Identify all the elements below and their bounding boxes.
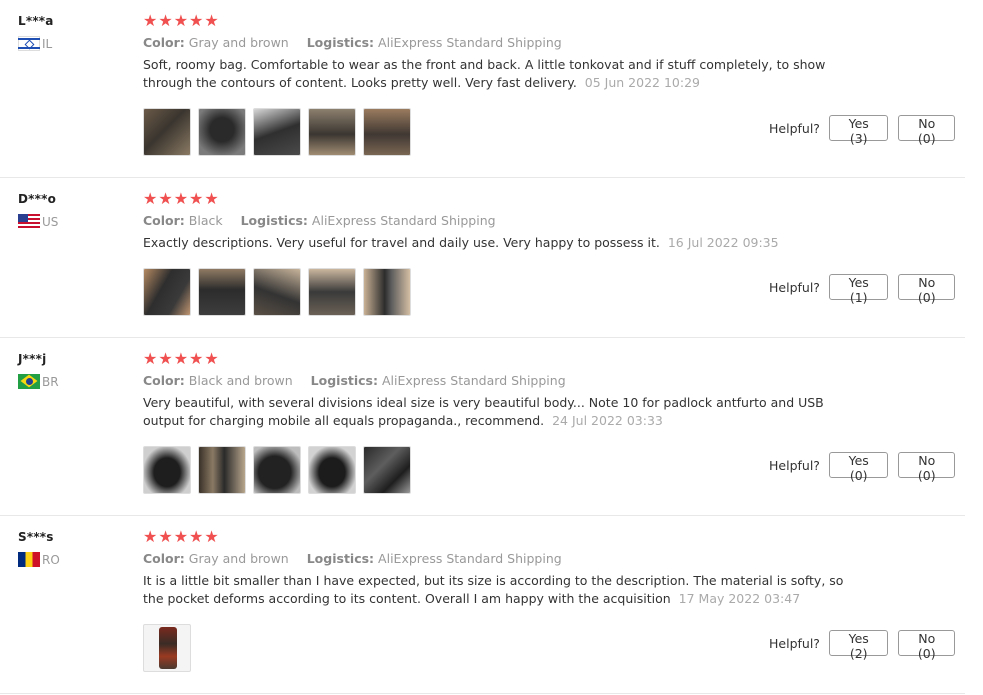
logistics-label: Logistics: — [240, 213, 308, 228]
helpful-label: Helpful? — [769, 635, 820, 651]
review-photo[interactable] — [363, 446, 411, 494]
us-flag-icon — [18, 214, 40, 229]
logistics-value: AliExpress Standard Shipping — [378, 35, 562, 50]
helpful-yes-button[interactable]: Yes (1) — [828, 274, 889, 305]
review-photo[interactable] — [198, 268, 246, 316]
brazil-flag-icon — [18, 374, 40, 389]
reviewer-name: J***j — [18, 352, 47, 366]
helpful-label: Helpful? — [769, 279, 820, 295]
romania-flag-icon — [18, 552, 40, 567]
photo-gallery — [143, 624, 198, 672]
review-photo[interactable] — [143, 108, 191, 156]
logistics-value: AliExpress Standard Shipping — [311, 213, 496, 228]
review-item: D***o US ★★★★★ Color: Black Logistics: A… — [0, 178, 965, 338]
review-text-block: Very beautiful, with several divisions i… — [143, 394, 863, 430]
review-photo[interactable] — [308, 268, 356, 316]
review-date: 24 Jul 2022 03:33 — [552, 413, 663, 428]
helpful-label: Helpful? — [769, 457, 820, 473]
country-code: US — [42, 214, 59, 229]
review-meta: Color: Black Logistics: AliExpress Stand… — [143, 213, 863, 228]
helpful-label: Helpful? — [769, 120, 820, 136]
country-code: IL — [42, 36, 53, 51]
photo-gallery — [143, 268, 418, 316]
rating-stars: ★★★★★ — [143, 11, 220, 30]
helpful-no-button[interactable]: No (0) — [898, 630, 955, 661]
color-label: Color: — [143, 373, 185, 388]
color-value: Gray and brown — [188, 35, 289, 50]
helpful-yes-button[interactable]: Yes (3) — [828, 115, 889, 146]
reviewer-name: S***s — [18, 530, 54, 544]
color-value: Black — [188, 213, 223, 228]
review-text-block: Exactly descriptions. Very useful for tr… — [143, 234, 863, 252]
review-text: Very beautiful, with several divisions i… — [143, 395, 824, 428]
helpful-yes-button[interactable]: Yes (2) — [828, 630, 889, 661]
color-value: Black and brown — [188, 373, 293, 388]
review-photo[interactable] — [363, 108, 411, 156]
review-photo[interactable] — [198, 446, 246, 494]
logistics-label: Logistics: — [306, 35, 375, 50]
review-photo[interactable] — [308, 108, 356, 156]
reviewer-name: D***o — [18, 192, 57, 206]
review-item: J***j BR ★★★★★ Color: Black and brown Lo… — [0, 338, 965, 516]
logistics-label: Logistics: — [310, 373, 378, 388]
rating-stars: ★★★★★ — [143, 527, 220, 546]
review-text-block: It is a little bit smaller than I have e… — [143, 572, 863, 608]
review-text: Soft, roomy bag. Comfortable to wear as … — [143, 57, 826, 90]
logistics-value: AliExpress Standard Shipping — [378, 551, 562, 566]
color-value: Gray and brown — [188, 551, 289, 566]
helpful-vote: Helpful? Yes (0) No (0) — [769, 452, 965, 483]
helpful-no-button[interactable]: No (0) — [898, 274, 955, 305]
review-date: 05 Jun 2022 10:29 — [584, 75, 700, 90]
review-photo[interactable] — [253, 268, 301, 316]
color-label: Color: — [143, 551, 185, 566]
review-meta: Color: Black and brown Logistics: AliExp… — [143, 373, 863, 388]
reviewer-name: L***a — [18, 14, 54, 28]
helpful-vote: Helpful? Yes (2) No (0) — [769, 630, 965, 661]
country-code: BR — [42, 374, 59, 389]
rating-stars: ★★★★★ — [143, 349, 220, 368]
reviewer-country: IL — [18, 36, 54, 51]
review-photo[interactable] — [143, 624, 191, 672]
review-text: Exactly descriptions. Very useful for tr… — [143, 235, 660, 250]
review-photo[interactable] — [143, 446, 191, 494]
review-meta: Color: Gray and brown Logistics: AliExpr… — [143, 551, 863, 566]
review-item: L***a IL ★★★★★ Color: Gray and brown Log… — [0, 0, 965, 178]
review-photo[interactable] — [363, 268, 411, 316]
review-photo[interactable] — [253, 446, 301, 494]
helpful-vote: Helpful? Yes (1) No (0) — [769, 274, 965, 305]
country-code: RO — [42, 552, 60, 567]
review-photo[interactable] — [143, 268, 191, 316]
logistics-value: AliExpress Standard Shipping — [381, 373, 566, 388]
review-meta: Color: Gray and brown Logistics: AliExpr… — [143, 35, 863, 50]
reviewer-country: US — [18, 214, 58, 229]
reviewer-country: BR — [18, 374, 59, 389]
review-photo[interactable] — [253, 108, 301, 156]
color-label: Color: — [143, 213, 185, 228]
review-date: 17 May 2022 03:47 — [678, 591, 801, 606]
review-item: S***s RO ★★★★★ Color: Gray and brown Log… — [0, 516, 965, 694]
helpful-yes-button[interactable]: Yes (0) — [828, 452, 889, 483]
reviewer-country: RO — [18, 552, 60, 567]
review-photo[interactable] — [308, 446, 356, 494]
review-date: 16 Jul 2022 09:35 — [667, 235, 779, 250]
logistics-label: Logistics: — [306, 551, 375, 566]
photo-gallery — [143, 446, 418, 494]
color-label: Color: — [143, 35, 185, 50]
review-text-block: Soft, roomy bag. Comfortable to wear as … — [143, 56, 863, 92]
photo-gallery — [143, 108, 418, 156]
helpful-no-button[interactable]: No (0) — [898, 452, 955, 483]
israel-flag-icon — [18, 36, 40, 51]
helpful-no-button[interactable]: No (0) — [898, 115, 955, 146]
review-photo[interactable] — [198, 108, 246, 156]
rating-stars: ★★★★★ — [143, 189, 220, 208]
helpful-vote: Helpful? Yes (3) No (0) — [769, 115, 965, 146]
